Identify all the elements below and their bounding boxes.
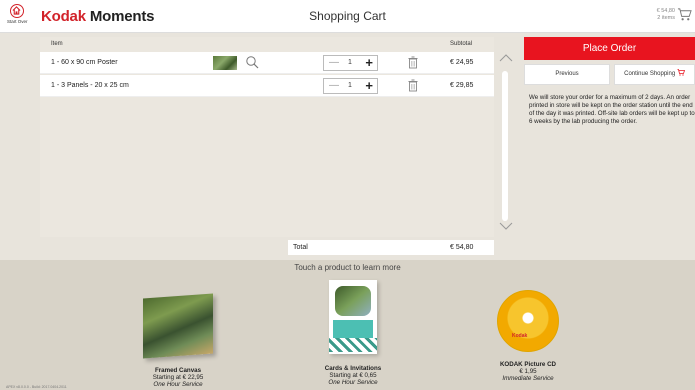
framed-canvas-image <box>143 293 213 359</box>
table-row[interactable]: 1 - 60 x 90 cm Poster — 1 + € 24,95 <box>40 52 494 74</box>
nav-buttons: Previous Continue Shopping <box>524 64 695 85</box>
total-value: € 54,80 <box>450 244 474 251</box>
table-row[interactable]: 1 - 3 Panels - 20 x 25 cm — 1 + € 29,85 <box>40 75 494 97</box>
decrease-button[interactable]: — <box>329 81 339 91</box>
quantity-stepper: — 1 + <box>323 78 378 94</box>
order-storage-info: We will store your order for a maximum o… <box>529 94 695 125</box>
product-service: One Hour Service <box>153 381 203 388</box>
cart-summary: € 54,80 2 items <box>657 8 675 22</box>
continue-shopping-button[interactable]: Continue Shopping <box>614 64 695 85</box>
previous-button[interactable]: Previous <box>524 64 610 85</box>
product-price: Starting at € 0,65 <box>329 372 377 379</box>
quantity-stepper: — 1 + <box>323 55 378 71</box>
product-service: Immediate Service <box>502 375 554 382</box>
version-info: APEX v8.0.0.0 - Build: 2017.0404.2011 <box>6 385 67 389</box>
product-name: KODAK Picture CD <box>499 361 557 368</box>
cart-item-count: 2 items <box>657 15 675 21</box>
quantity-value: 1 <box>348 59 352 66</box>
chevron-down-icon[interactable] <box>499 221 513 231</box>
decrease-button[interactable]: — <box>329 58 339 68</box>
chevron-up-icon[interactable] <box>499 53 513 63</box>
table-header: Item Subtotal <box>40 37 494 52</box>
item-thumbnail <box>213 56 237 70</box>
total-bar: Total € 54,80 <box>288 240 494 255</box>
item-name: 1 - 3 Panels - 20 x 25 cm <box>51 82 129 89</box>
col-subtotal-header: Subtotal <box>450 41 473 47</box>
item-name: 1 - 60 x 90 cm Poster <box>51 59 118 66</box>
product-name: Framed Canvas <box>154 367 202 374</box>
quantity-value: 1 <box>348 82 352 89</box>
product-price: Starting at € 22,95 <box>152 374 204 381</box>
product-picture-cd[interactable]: Kodak KODAK Picture CD € 1,95 Immediate … <box>478 276 578 382</box>
col-item-header: Item <box>51 41 63 47</box>
page-title: Shopping Cart <box>309 9 386 23</box>
product-name: Cards & Invitations <box>324 365 382 372</box>
product-suggestions: Touch a product to learn more Framed Can… <box>0 260 695 390</box>
cart-total-amount: € 54,80 <box>656 8 675 14</box>
cart-table: Item Subtotal 1 - 60 x 90 cm Poster — 1 … <box>40 37 494 237</box>
touch-hint: Touch a product to learn more <box>294 263 401 272</box>
cart-scrollbar[interactable] <box>497 53 515 233</box>
increase-button[interactable]: + <box>365 79 373 93</box>
trash-icon[interactable] <box>408 79 418 94</box>
trash-icon[interactable] <box>408 56 418 71</box>
cart-icon <box>677 69 685 76</box>
product-framed-canvas[interactable]: Framed Canvas Starting at € 22,95 One Ho… <box>128 276 228 388</box>
item-subtotal: € 29,85 <box>450 82 474 89</box>
cart-icon[interactable] <box>677 7 692 24</box>
product-cards-invitations[interactable]: Cards & Invitations Starting at € 0,65 O… <box>303 276 403 386</box>
header-bar: Start Over Kodak Moments Shopping Cart €… <box>0 0 695 33</box>
cards-image <box>329 280 377 354</box>
place-order-button[interactable]: Place Order <box>524 37 695 60</box>
product-price: € 1,95 <box>519 368 537 375</box>
item-subtotal: € 24,95 <box>450 59 474 66</box>
search-icon[interactable] <box>245 55 259 71</box>
increase-button[interactable]: + <box>365 56 373 70</box>
picture-cd-image: Kodak <box>497 290 559 352</box>
product-service: One Hour Service <box>328 379 378 386</box>
scroll-track[interactable] <box>502 71 508 221</box>
continue-shopping-label: Continue Shopping <box>624 71 676 77</box>
total-label: Total <box>293 244 308 251</box>
